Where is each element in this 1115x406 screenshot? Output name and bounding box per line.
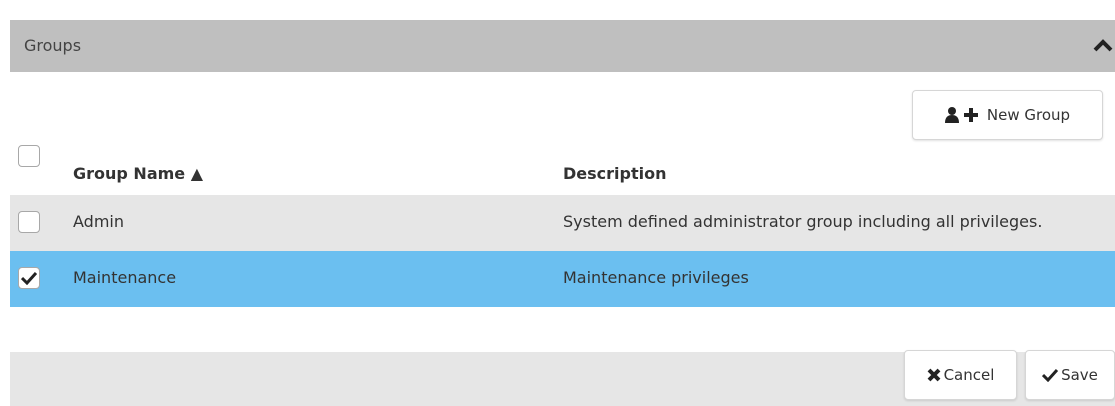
save-button[interactable]: Save — [1025, 350, 1115, 400]
table-row[interactable]: Admin System defined administrator group… — [10, 195, 1115, 251]
row-checkbox[interactable] — [18, 267, 40, 289]
checkmark-icon — [21, 271, 37, 285]
group-name-cell: Maintenance — [73, 268, 177, 287]
cancel-label: Cancel — [943, 366, 995, 384]
checkmark-icon — [1042, 368, 1059, 382]
select-all-checkbox[interactable] — [18, 145, 40, 167]
group-name-cell: Admin — [73, 212, 124, 231]
column-header-group-name[interactable]: Group Name ▲ — [73, 164, 203, 183]
new-group-button[interactable]: New Group — [912, 90, 1103, 140]
top-strip — [0, 0, 1115, 8]
table-row[interactable]: Maintenance Maintenance privileges — [10, 251, 1115, 307]
panel-title: Groups — [24, 36, 82, 55]
cancel-button[interactable]: Cancel — [904, 350, 1017, 400]
description-cell: Maintenance privileges — [563, 268, 749, 287]
groups-panel: Groups New Group Group Name ▲ Descriptio… — [10, 20, 1115, 406]
add-user-icon — [944, 107, 978, 123]
panel-header[interactable]: Groups — [10, 20, 1115, 72]
chevron-up-icon[interactable] — [1093, 36, 1113, 56]
panel-body: New Group Group Name ▲ Description Admin… — [10, 72, 1115, 352]
column-header-description: Description — [563, 164, 667, 183]
save-label: Save — [1061, 366, 1098, 384]
description-cell: System defined administrator group inclu… — [563, 212, 1043, 231]
new-group-label: New Group — [986, 106, 1071, 124]
row-checkbox[interactable] — [18, 211, 40, 233]
x-icon — [927, 368, 940, 382]
